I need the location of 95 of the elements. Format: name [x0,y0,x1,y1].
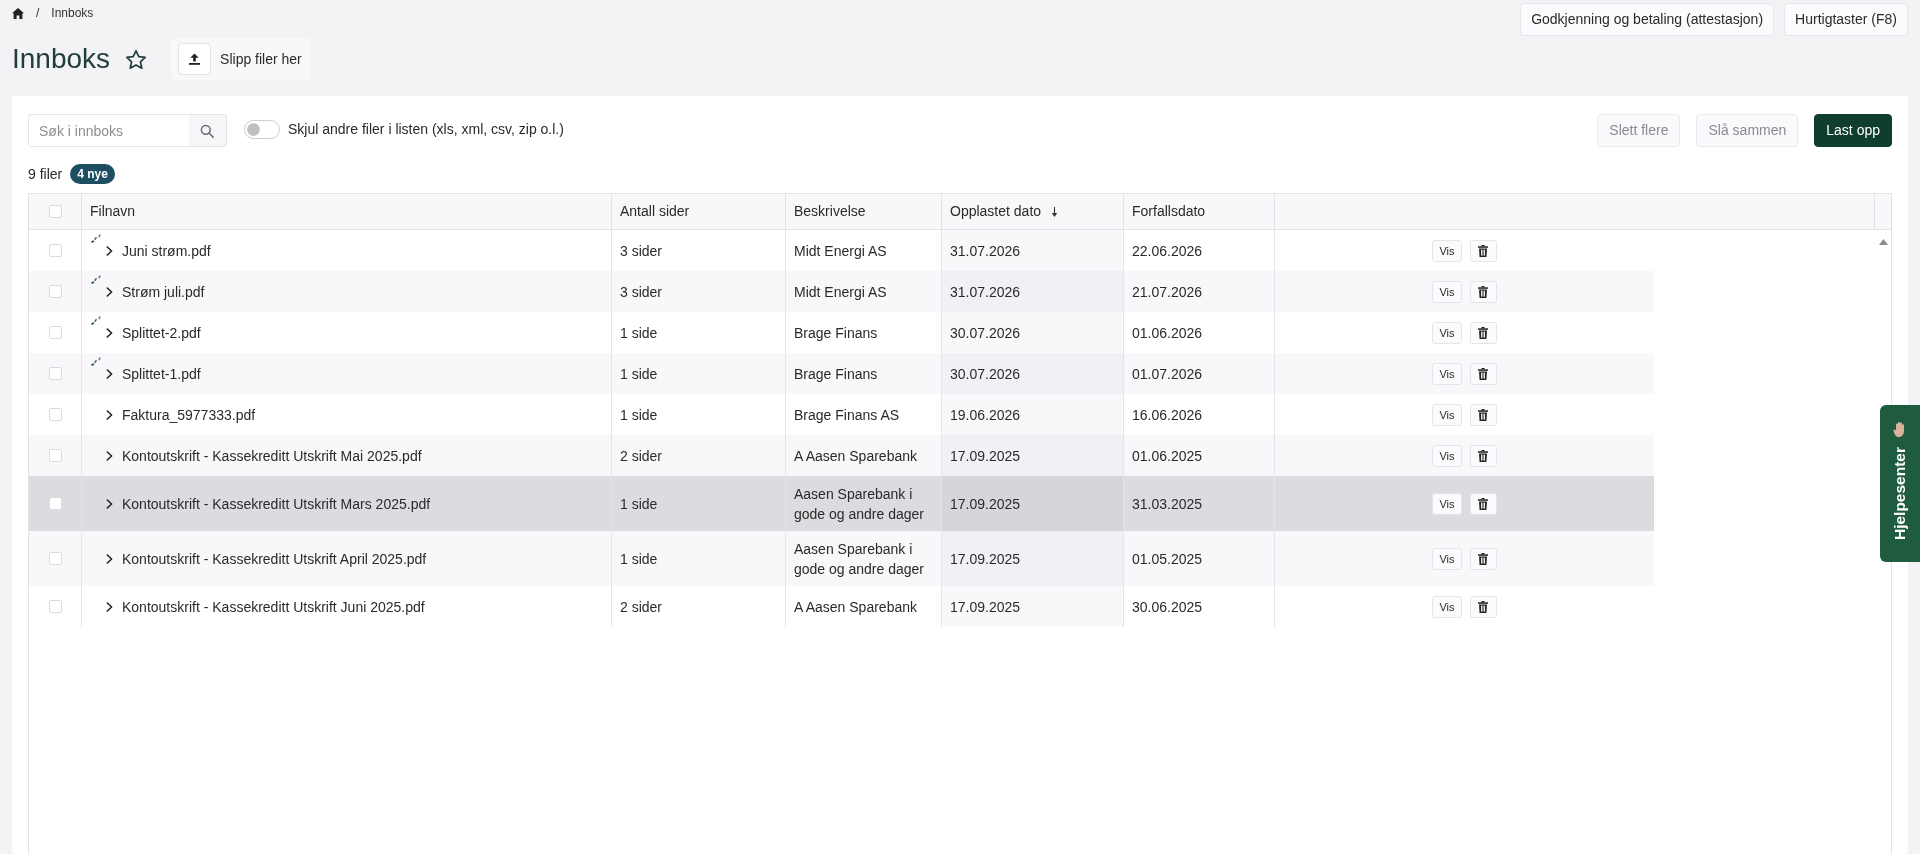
chevron-right-icon[interactable] [106,601,113,612]
new-count-badge: 4 nye [70,164,115,184]
row-checkbox[interactable] [48,449,62,462]
delete-button[interactable] [1469,595,1497,618]
view-button[interactable]: Vis [1432,492,1462,515]
row-checkbox[interactable] [48,367,62,380]
file-name[interactable]: Kontoutskrift - Kassekreditt Utskrift April 2025.pdf [122,548,427,569]
chevron-right-icon[interactable] [106,409,113,420]
table-cell: 30.07.2026 [942,312,1124,353]
table-cell: 17.09.2025 [942,586,1124,627]
file-name[interactable]: Kontoutskrift - Kassekreditt Utskrift Mai 2025.pdf [122,445,422,466]
table-cell: A Aasen Sparebank [786,586,942,627]
row-checkbox[interactable] [48,552,62,565]
table-cell: 17.09.2025 [942,531,1124,586]
chevron-right-icon[interactable] [106,553,113,564]
header-button[interactable]: Godkjenning og betaling (attestasjon) [1520,3,1775,36]
row-checkbox[interactable] [48,285,62,298]
file-name[interactable]: Splittet-2.pdf [122,322,201,343]
view-button[interactable]: Vis [1432,321,1462,344]
trash-icon [1478,244,1489,257]
table-cell: 31.07.2026 [942,230,1124,271]
row-checkbox[interactable] [48,497,62,510]
help-center-tab[interactable]: Hjelpesenter [1880,405,1920,562]
trash-icon [1478,285,1489,298]
file-name[interactable]: Strøm juli.pdf [122,281,205,302]
file-name[interactable]: Faktura_5977333.pdf [122,404,256,425]
table-cell: 30.06.2025 [1124,586,1275,627]
table-row[interactable]: Kontoutskrift - Kassekreditt Utskrift Mars 2025.pdf 1 side Aasen Sparebank i gode og andre dager 17.09.2025 31.03.2025 Vis [29,476,1654,531]
delete-button[interactable] [1469,321,1497,344]
select-all-checkbox[interactable] [48,205,62,218]
trash-icon [1478,449,1489,462]
breadcrumb-separator: / [36,5,40,21]
breadcrumb-item: Innboks [51,5,94,21]
trash-icon [1478,552,1489,565]
row-checkbox[interactable] [48,244,62,257]
header-button[interactable]: Hurtigtaster (F8) [1784,3,1908,36]
chevron-right-icon[interactable] [106,286,113,297]
table-cell: 30.07.2026 [942,353,1124,394]
row-checkbox[interactable] [48,326,62,339]
file-count: 9 filer [28,164,63,184]
hand-icon [1893,421,1907,437]
file-name[interactable]: Kontoutskrift - Kassekreditt Utskrift Mars 2025.pdf [122,493,431,514]
table-cell: 17.09.2025 [942,435,1124,476]
table-row[interactable]: Splittet-1.pdf 1 side Brage Finans 30.07.2026 01.07.2026 Vis [29,353,1654,394]
upload-icon [178,43,212,75]
chevron-right-icon[interactable] [106,368,113,379]
file-drop-zone[interactable]: Slipp filer her [171,38,310,80]
column-header[interactable]: Antall sider [612,194,786,229]
view-button[interactable]: Vis [1432,280,1462,303]
delete-button[interactable] [1469,444,1497,467]
table-row[interactable]: Kontoutskrift - Kassekreditt Utskrift Mai 2025.pdf 2 sider A Aasen Sparebank 17.09.2025 01.06.2025 Vis [29,435,1654,476]
view-button[interactable]: Vis [1432,595,1462,618]
table-cell: 19.06.2026 [942,394,1124,435]
chevron-right-icon[interactable] [106,245,113,256]
table-row[interactable]: Strøm juli.pdf 3 sider Midt Energi AS 31.07.2026 21.07.2026 Vis [29,271,1654,312]
view-button[interactable]: Vis [1432,362,1462,385]
delete-button[interactable] [1469,492,1497,515]
view-button[interactable]: Vis [1432,444,1462,467]
view-button[interactable]: Vis [1432,547,1462,570]
delete-button[interactable] [1469,239,1497,262]
column-header[interactable]: Forfallsdato [1124,194,1275,229]
file-name[interactable]: Juni strøm.pdf [122,240,211,261]
home-icon[interactable] [12,7,24,19]
column-header[interactable]: Beskrivelse [786,194,942,229]
delete-button[interactable] [1469,403,1497,426]
sort-down-icon [1051,206,1059,217]
row-checkbox[interactable] [48,600,62,613]
chevron-right-icon[interactable] [106,450,113,461]
trash-icon [1478,497,1489,510]
trash-icon [1478,600,1489,613]
scroll-up-icon[interactable] [1878,239,1888,245]
trash-icon [1478,367,1489,380]
delete-button[interactable] [1469,280,1497,303]
delete-button[interactable] [1469,547,1497,570]
chevron-right-icon[interactable] [106,498,113,509]
table-cell: 17.09.2025 [942,476,1124,531]
column-header[interactable]: Filnavn [82,194,612,229]
trash-icon [1478,408,1489,421]
trash-icon [1478,326,1489,339]
toggle-switch[interactable] [244,120,280,139]
delete-button[interactable] [1469,362,1497,385]
star-icon[interactable] [126,49,147,69]
table-cell: 31.07.2026 [942,271,1124,312]
column-header[interactable]: Opplastet dato [942,194,1124,229]
view-button[interactable]: Vis [1432,239,1462,262]
file-name[interactable]: Kontoutskrift - Kassekreditt Utskrift Juni 2025.pdf [122,596,425,617]
row-checkbox[interactable] [48,408,62,421]
upload-button[interactable]: Last opp [1814,114,1892,147]
file-name[interactable]: Splittet-1.pdf [122,363,201,384]
toggle-label: Skjul andre filer i listen (xls, xml, csv, zip o.l.) [288,120,564,139]
table-cell: 2 sider [612,586,786,627]
page-title: Innboks [12,45,111,73]
table-row[interactable]: Kontoutskrift - Kassekreditt Utskrift April 2025.pdf 1 side Aasen Sparebank i gode og andre dager 17.09.2025 01.05.2025 Vis [29,531,1654,586]
view-button[interactable]: Vis [1432,403,1462,426]
chevron-right-icon[interactable] [106,327,113,338]
